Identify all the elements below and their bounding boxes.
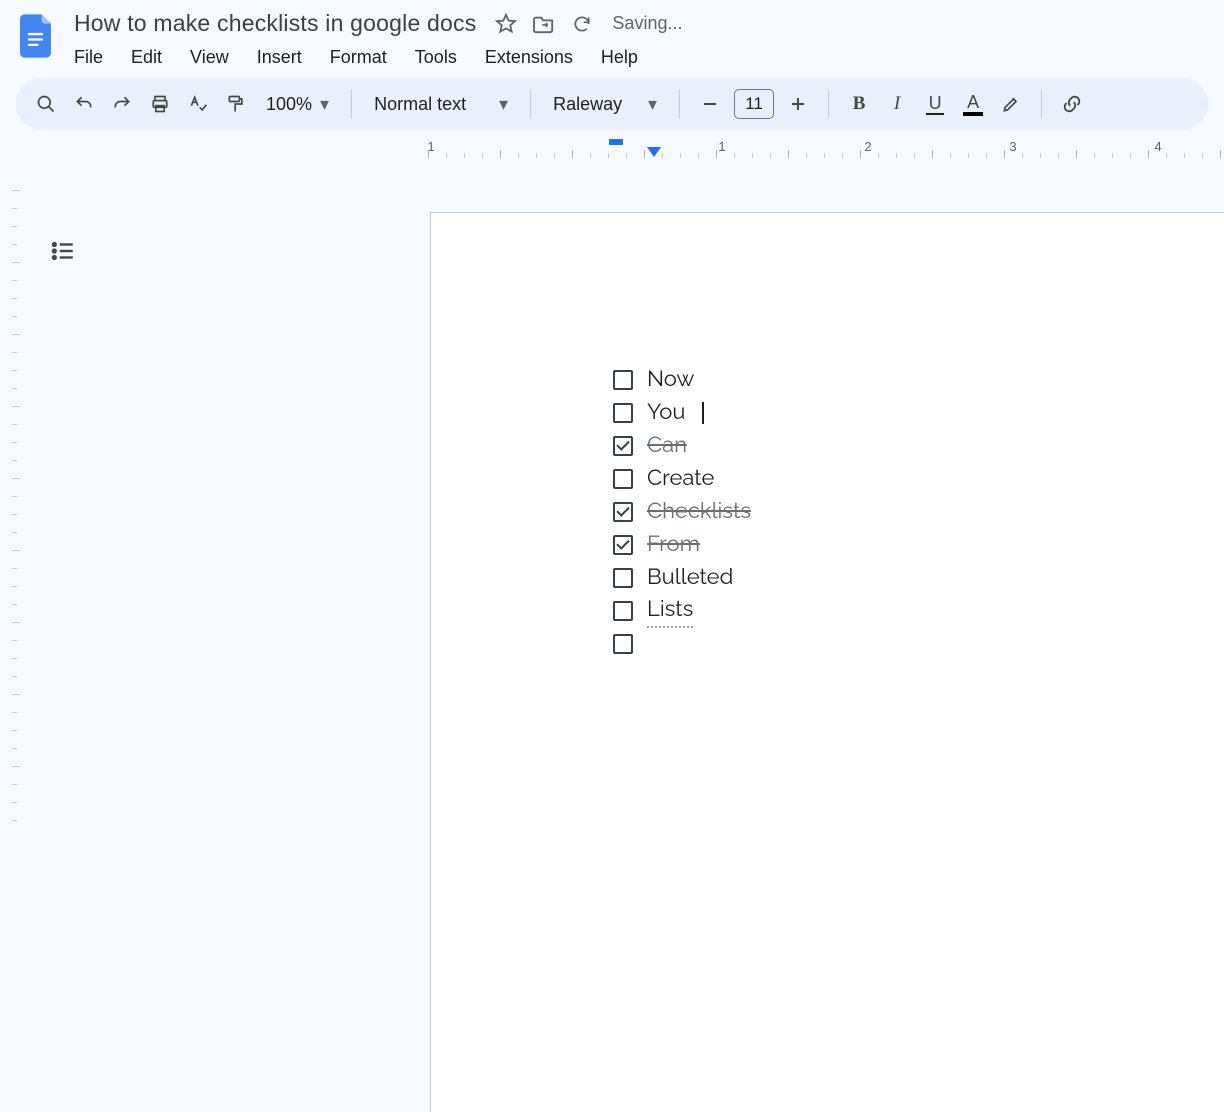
spellcheck-icon[interactable] [182,88,214,120]
paint-format-icon[interactable] [220,88,252,120]
font-dropdown[interactable]: Raleway ▾ [545,88,665,120]
checklist-item[interactable]: Lists [613,594,751,627]
checklist-item[interactable]: Checklists [613,495,751,528]
toolbar-separator [530,90,531,118]
docs-logo[interactable] [16,8,58,64]
checkbox-icon[interactable] [613,403,633,423]
checklist-item[interactable]: Create [613,462,751,495]
fontsize-input[interactable] [734,89,774,119]
checkbox-icon[interactable] [613,436,633,456]
paragraph-style-dropdown[interactable]: Normal text ▾ [366,88,516,120]
ruler-number: 4 [1154,139,1161,154]
checkbox-icon[interactable] [613,568,633,588]
checkbox-icon[interactable] [613,601,633,621]
checkbox-icon[interactable] [613,469,633,489]
checkbox-icon[interactable] [613,370,633,390]
checklist-item[interactable]: Now [613,363,751,396]
checklist-item[interactable] [613,627,751,660]
toolbar: 100% ▾ Normal text ▾ Raleway ▾ B I U A [16,78,1208,130]
redo-icon[interactable] [106,88,138,120]
menu-file[interactable]: File [74,47,103,68]
bold-button[interactable]: B [843,88,875,120]
star-icon[interactable] [494,12,518,36]
checklist-text[interactable]: Bulleted [647,561,733,594]
checklist-text[interactable]: Can [647,429,687,462]
italic-button[interactable]: I [881,88,913,120]
checklist-item[interactable]: You [613,396,751,429]
highlight-color-button[interactable] [995,88,1027,120]
menu-help[interactable]: Help [601,47,638,68]
menu-edit[interactable]: Edit [131,47,162,68]
toolbar-separator [1041,90,1042,118]
document-outline-icon[interactable] [46,234,80,268]
undo-icon[interactable] [68,88,100,120]
ruler-number: 1 [718,139,725,154]
menu-extensions[interactable]: Extensions [485,47,573,68]
text-color-button[interactable]: A [957,88,989,120]
menubar: File Edit View Insert Format Tools Exten… [70,41,682,78]
text-cursor [702,402,704,424]
menu-insert[interactable]: Insert [257,47,302,68]
menu-view[interactable]: View [190,47,229,68]
checklist-text[interactable]: Checklists [647,495,751,528]
vertical-ruler[interactable] [8,190,26,834]
increase-fontsize-button[interactable] [782,88,814,120]
checklist-item[interactable]: Bulleted [613,561,751,594]
print-icon[interactable] [144,88,176,120]
toolbar-separator [351,90,352,118]
horizontal-ruler[interactable]: 11234 [8,142,1224,160]
document-page[interactable]: NowYouCanCreateChecklistsFromBulletedLis… [430,212,1224,1112]
toolbar-separator [828,90,829,118]
ruler-number: 2 [864,139,871,154]
checklist-item[interactable]: From [613,528,751,561]
menu-format[interactable]: Format [330,47,387,68]
checklist-text[interactable]: You [647,396,685,429]
caret-down-icon: ▾ [320,94,329,115]
caret-down-icon: ▾ [499,94,508,115]
checklist[interactable]: NowYouCanCreateChecklistsFromBulletedLis… [613,363,751,660]
caret-down-icon: ▾ [648,94,657,115]
checkbox-icon[interactable] [613,634,633,654]
zoom-value: 100% [266,94,312,115]
save-status: Saving... [612,13,682,34]
checklist-text[interactable]: Lists [647,593,693,628]
checklist-text[interactable]: Now [647,363,694,396]
checkbox-icon[interactable] [613,502,633,522]
zoom-dropdown[interactable]: 100% ▾ [258,88,337,120]
move-folder-icon[interactable] [532,12,556,36]
ruler-number: 3 [1009,139,1016,154]
toolbar-separator [679,90,680,118]
checklist-text[interactable]: From [647,528,700,561]
document-title[interactable]: How to make checklists in google docs [70,8,480,39]
checklist-item[interactable]: Can [613,429,751,462]
checklist-text[interactable]: Create [647,462,714,495]
underline-button[interactable]: U [919,88,951,120]
menu-tools[interactable]: Tools [415,47,457,68]
paragraph-style-value: Normal text [374,94,466,115]
search-icon[interactable] [30,88,62,120]
insert-link-button[interactable] [1056,88,1088,120]
font-value: Raleway [553,94,622,115]
checkbox-icon[interactable] [613,535,633,555]
sync-icon [570,12,594,36]
decrease-fontsize-button[interactable] [694,88,726,120]
